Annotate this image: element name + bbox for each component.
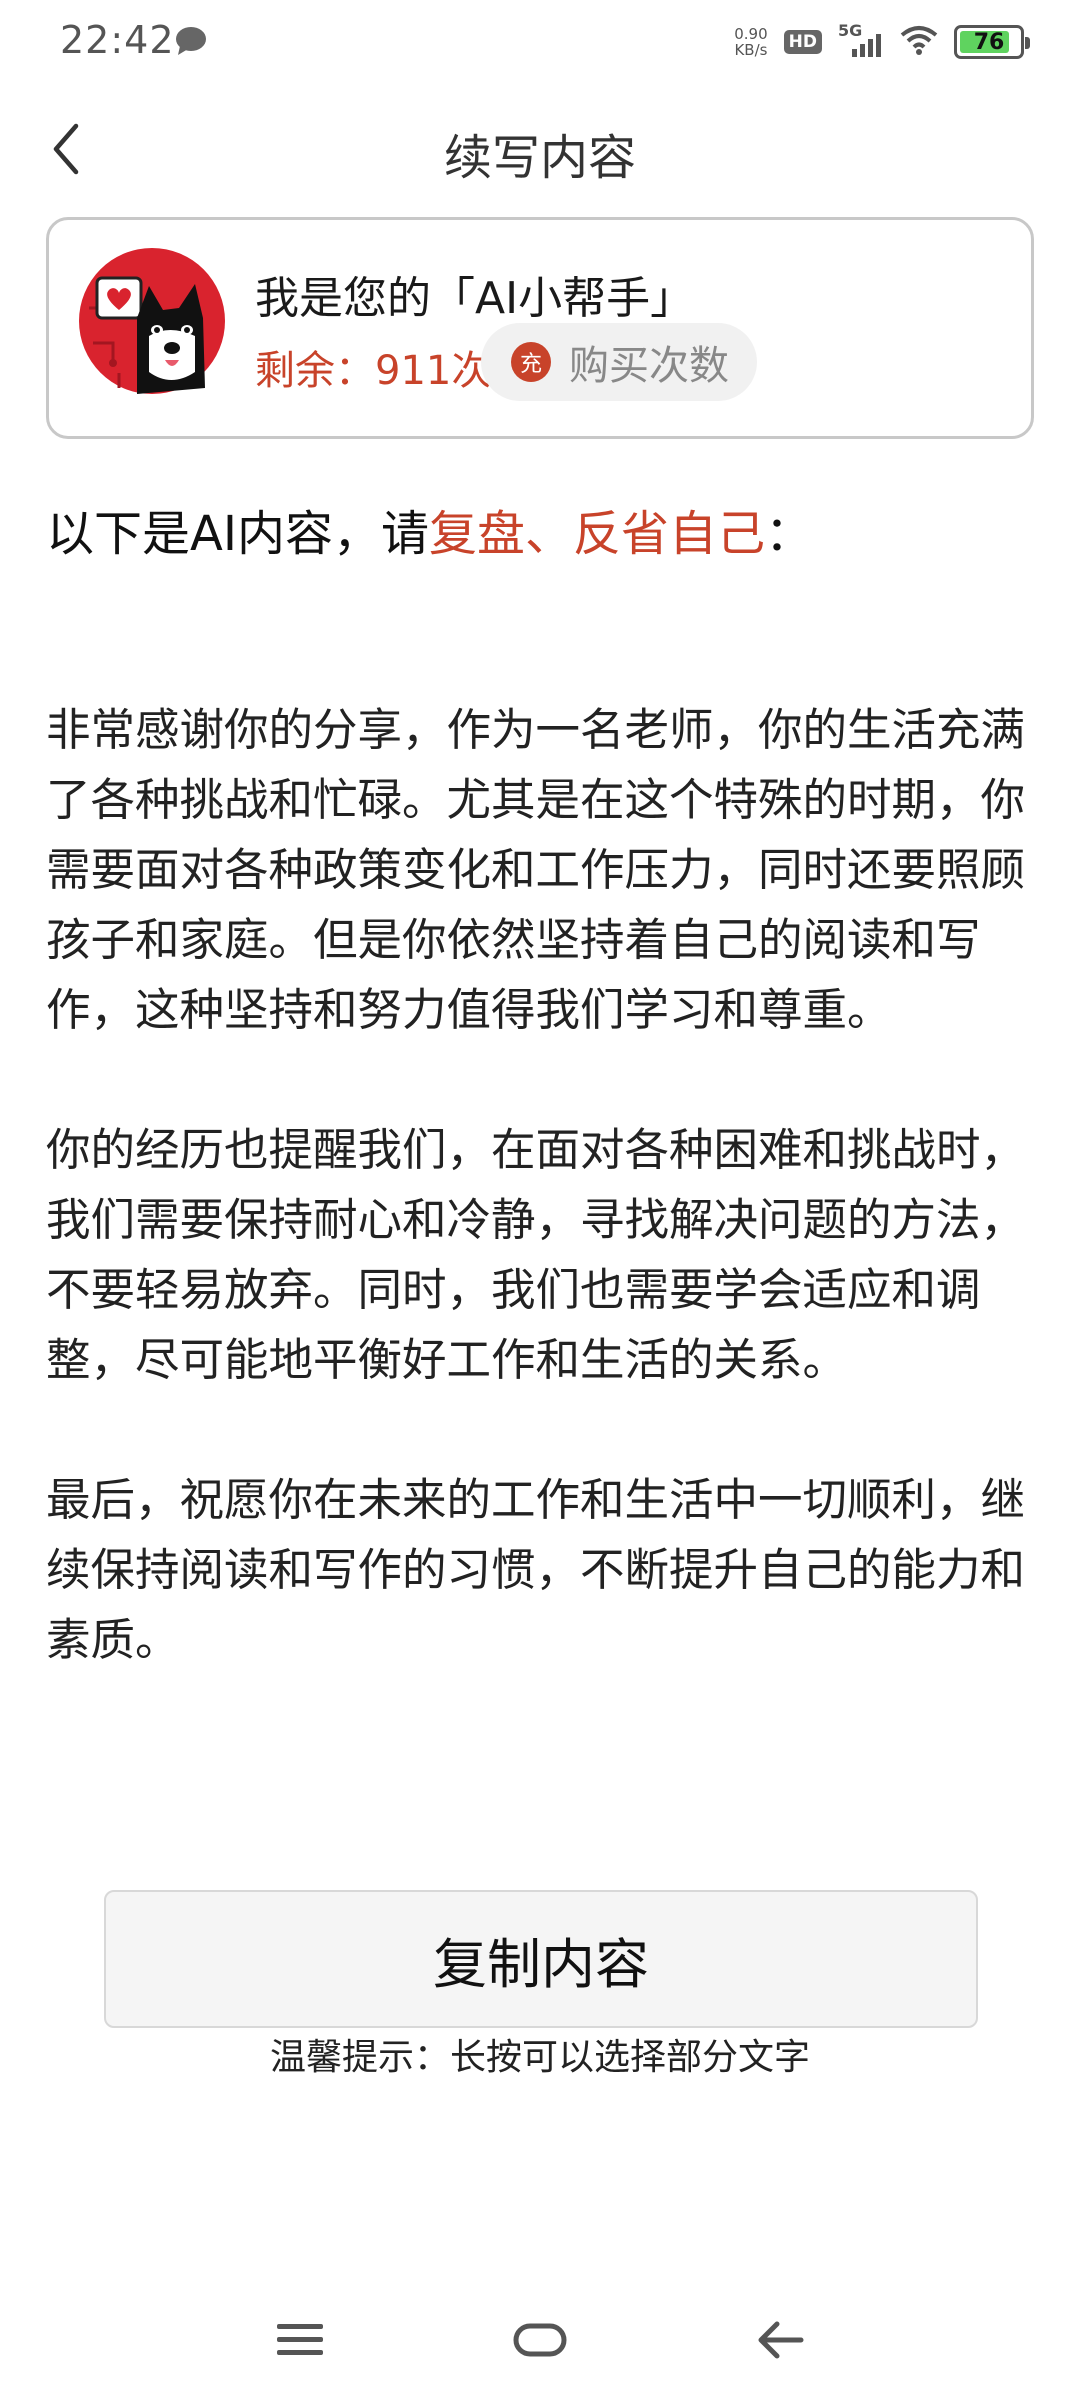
content-paragraph: 最后，祝愿你在未来的工作和生活中一切顺利，继续保持阅读和写作的习惯，不断提升自己… (46, 1475, 1026, 1666)
prompt-line: 以下是AI内容，请复盘、反省自己： (46, 494, 813, 564)
chat-bubble-icon (174, 26, 208, 60)
avatar (79, 248, 225, 394)
nav-back-button[interactable] (730, 2300, 830, 2380)
recharge-icon: 充 (511, 342, 551, 382)
menu-button[interactable] (250, 2300, 350, 2380)
wifi-icon (900, 25, 938, 59)
prompt-prefix: 以下是AI内容，请 (46, 506, 429, 562)
back-nav-icon (758, 2321, 804, 2359)
network-speed: 0.90 KB/s (734, 26, 767, 58)
home-button[interactable] (490, 2300, 590, 2380)
remaining-count: 剩余：911次 (255, 348, 492, 394)
page-title: 续写内容 (443, 130, 636, 186)
status-time: 22:42 (60, 18, 175, 62)
signal-icon: 5G (838, 21, 884, 59)
content-paragraph: 你的经历也提醒我们，在面对各种困难和挑战时，我们需要保持耐心和冷静，寻找解决问题… (46, 1125, 1026, 1386)
assistant-name: 我是您的「AI小帮手」 (255, 273, 695, 324)
assistant-card: 我是您的「AI小帮手」 剩余：911次 充 购买次数 (46, 217, 1034, 439)
content-paragraph: 非常感谢你的分享，作为一名老师，你的生活充满了各种挑战和忙碌。尤其是在这个特殊的… (46, 705, 1026, 1036)
status-indicators: 0.90 KB/s HD 5G 76 (734, 21, 1030, 62)
system-nav-bar (0, 2300, 1080, 2380)
ai-content[interactable]: 非常感谢你的分享，作为一名老师，你的生活充满了各种挑战和忙碌。尤其是在这个特殊的… (46, 696, 1036, 1746)
menu-icon (277, 2324, 323, 2355)
buy-times-button[interactable]: 充 购买次数 (481, 323, 757, 401)
battery-level: 76 (973, 29, 1005, 55)
prompt-highlight: 复盘、反省自己 (429, 506, 766, 562)
status-bar: 22:42 0.90 KB/s HD 5G 76 (0, 0, 1080, 84)
net-speed-unit: KB/s (734, 41, 768, 59)
battery-icon: 76 (954, 25, 1030, 59)
copy-content-button[interactable]: 复制内容 (104, 1890, 978, 2028)
buy-times-label: 购买次数 (569, 343, 729, 389)
net-speed-value: 0.90 (734, 25, 768, 43)
home-icon (513, 2323, 567, 2357)
prompt-suffix: ： (765, 506, 814, 562)
tip-text: 温馨提示：长按可以选择部分文字 (269, 2037, 810, 2078)
hd-badge: HD (783, 30, 822, 54)
